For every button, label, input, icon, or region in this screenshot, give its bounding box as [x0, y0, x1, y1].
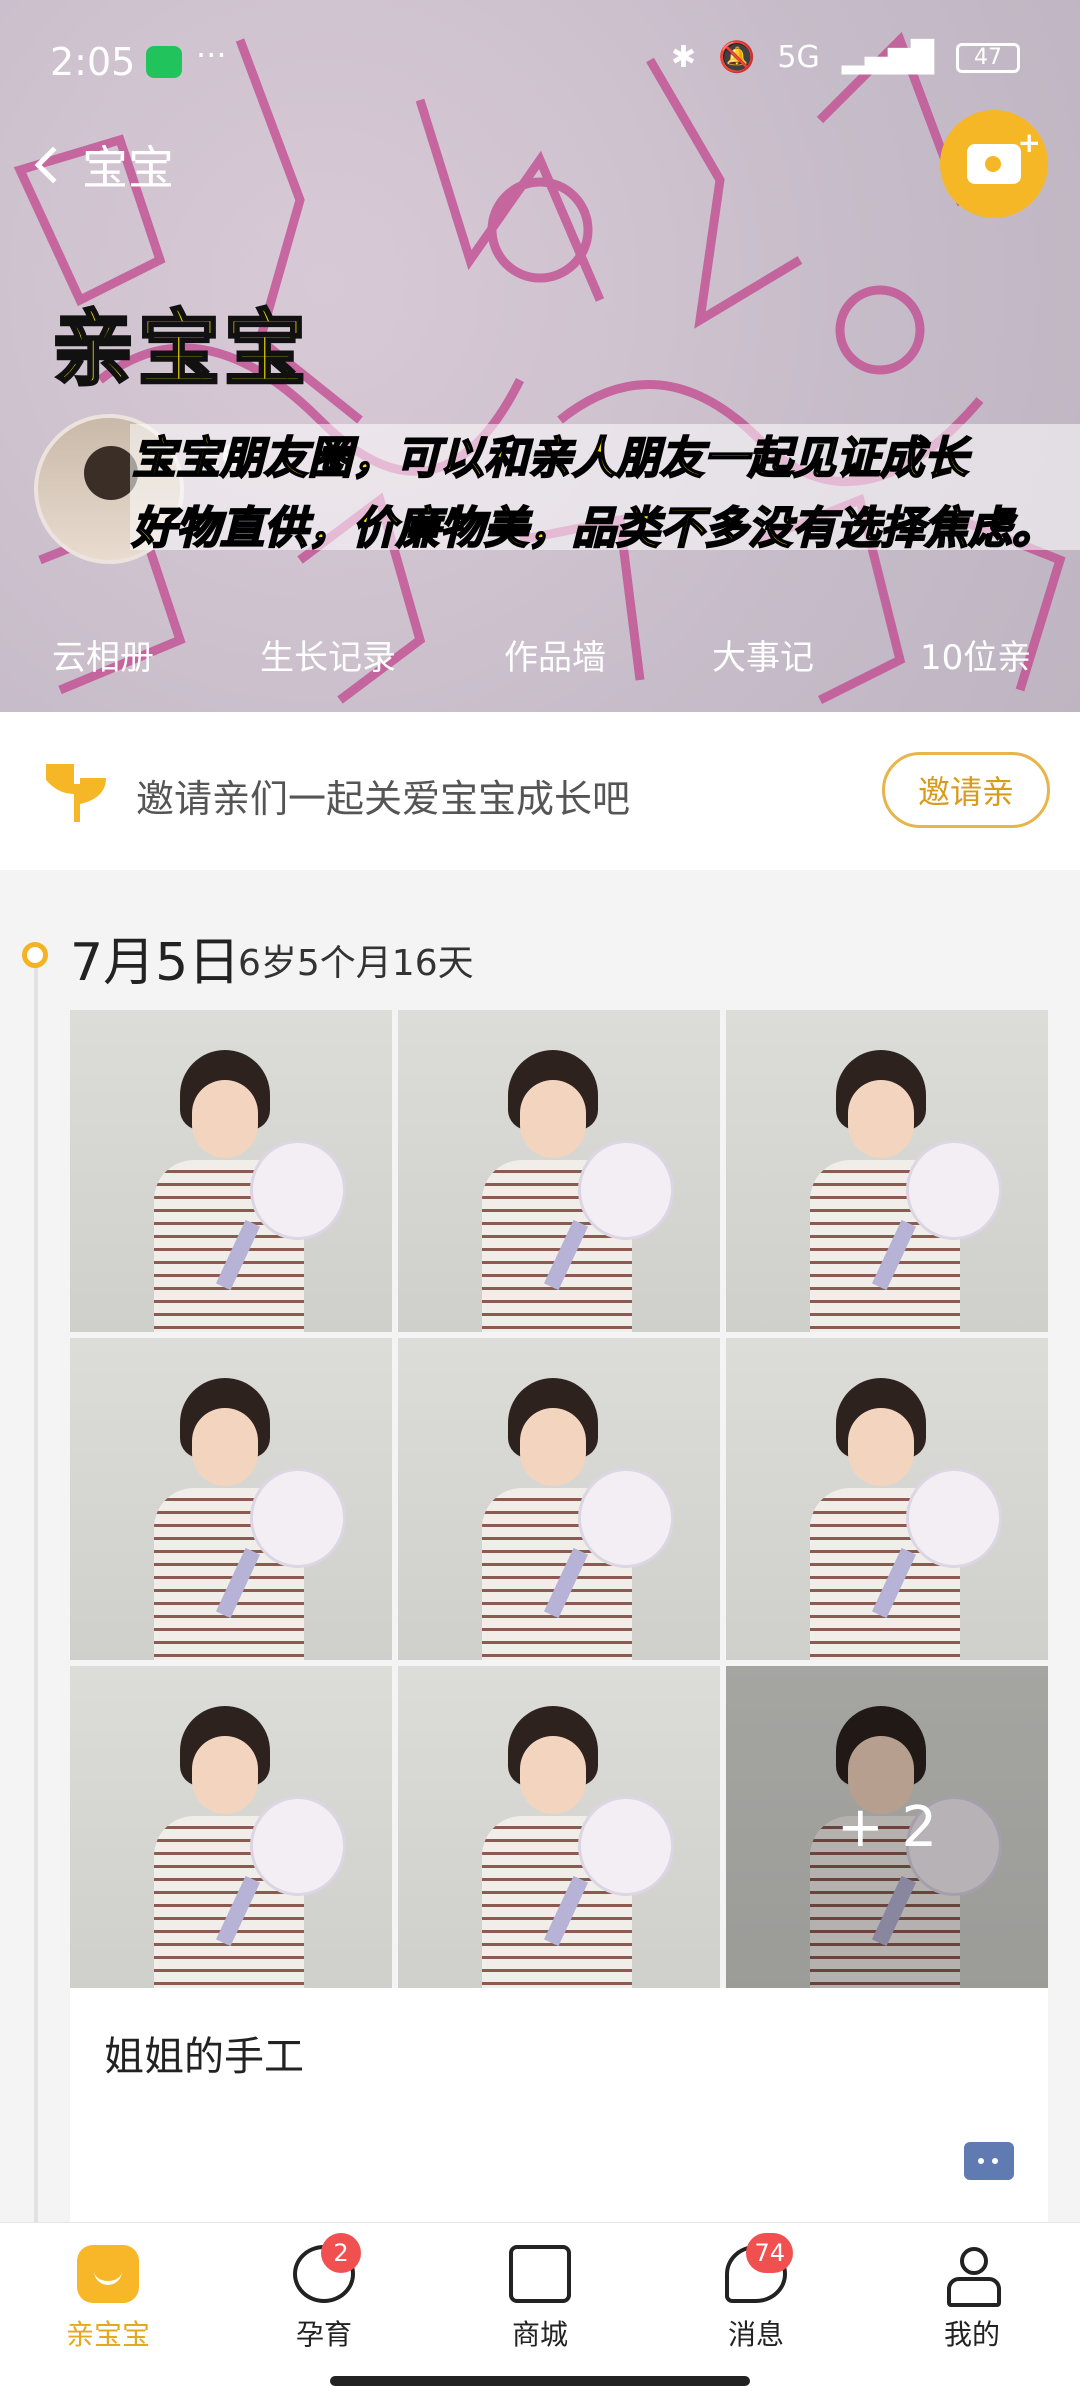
nav-label: 我的 — [943, 2318, 1000, 2351]
more-notifications-icon: ··· — [196, 36, 227, 74]
signal-label: 5G — [777, 40, 820, 75]
comment-icon[interactable] — [964, 2142, 1014, 2180]
photo-thumbnail[interactable] — [70, 1338, 392, 1660]
camera-upload-button[interactable]: + — [940, 110, 1048, 218]
chevron-left-icon — [34, 146, 72, 184]
more-photos-count: + 2 — [726, 1666, 1048, 1988]
nav-label: 商城 — [511, 2318, 568, 2351]
home-indicator[interactable] — [330, 2376, 750, 2386]
post-card: 姐姐的手工 — [70, 1988, 1048, 2228]
timeline-feed: 7月5日 6岁5个月16天 + 2 姐姐的手工 — [0, 870, 1080, 2260]
post-date: 7月5日 — [70, 933, 241, 993]
tab-cloud-album[interactable]: 云相册 — [52, 630, 154, 679]
post-caption: 姐姐的手工 — [104, 2034, 304, 2080]
tab-growth-record[interactable]: 生长记录 — [260, 630, 396, 679]
nav-mall[interactable]: 商城 — [460, 2245, 620, 2353]
photo-thumbnail-more[interactable]: + 2 — [726, 1666, 1048, 1988]
wechat-icon — [146, 46, 182, 78]
nav-badge: 2 — [321, 2233, 361, 2273]
overlay-line-1: 宝宝朋友圈，可以和亲人朋友一起见证成长 — [131, 432, 969, 485]
bluetooth-icon: ✱ — [670, 40, 696, 75]
person-icon — [941, 2245, 1003, 2307]
photo-thumbnail[interactable] — [398, 1666, 720, 1988]
signal-icon: ▂▄▆█ — [841, 40, 934, 75]
sprout-icon — [46, 764, 106, 822]
nav-label: 亲宝宝 — [65, 2318, 150, 2351]
photo-thumbnail[interactable] — [70, 1010, 392, 1332]
back-label: 宝宝 — [82, 141, 174, 195]
camera-icon: + — [967, 126, 1041, 184]
mute-icon: 🔕 — [718, 40, 756, 75]
invite-text: 邀请亲们一起关爱宝宝成长吧 — [136, 777, 631, 821]
chat-bubble-icon: 74 — [725, 2233, 793, 2303]
tab-works-wall[interactable]: 作品墙 — [504, 630, 606, 679]
photo-thumbnail[interactable] — [726, 1338, 1048, 1660]
status-bar: 2:05 ··· ✱ 🔕 5G ▂▄▆█ 47 — [0, 0, 1080, 120]
nav-home[interactable]: 亲宝宝 — [28, 2245, 188, 2353]
tab-relatives[interactable]: 10位亲 — [920, 630, 1031, 679]
nav-messages[interactable]: 74 消息 — [676, 2233, 836, 2353]
battery-icon: 47 — [956, 42, 1020, 73]
photo-thumbnail[interactable] — [726, 1010, 1048, 1332]
back-button[interactable]: 宝宝 — [34, 132, 174, 198]
heart-location-icon: 2 — [293, 2233, 361, 2303]
tab-milestones[interactable]: 大事记 — [712, 630, 814, 679]
overlay-line-2: 好物直供，价廉物美，品类不多没有选择焦虑。 — [131, 502, 1057, 555]
photo-thumbnail[interactable] — [70, 1666, 392, 1988]
status-time: 2:05 — [50, 40, 136, 84]
invite-bar: 邀请亲们一起关爱宝宝成长吧 邀请亲 — [0, 712, 1080, 870]
nav-parenting[interactable]: 2 孕育 — [244, 2233, 404, 2353]
post-age: 6岁5个月16天 — [238, 943, 474, 984]
nav-label: 消息 — [727, 2318, 784, 2351]
profile-header: 2:05 ··· ✱ 🔕 5G ▂▄▆█ 47 宝宝 + 亲宝宝 ee 宝宝朋友… — [0, 0, 1080, 712]
nav-label: 孕育 — [295, 2318, 352, 2351]
invite-button[interactable]: 邀请亲 — [882, 752, 1050, 828]
page-title: 亲宝宝 — [50, 301, 311, 399]
timeline-dot — [22, 942, 48, 968]
nav-me[interactable]: 我的 — [892, 2245, 1052, 2353]
home-smile-icon — [77, 2245, 139, 2303]
shopping-bag-icon — [509, 2245, 571, 2303]
photo-thumbnail[interactable] — [398, 1338, 720, 1660]
photo-grid: + 2 — [70, 1010, 1048, 1988]
timeline-line — [34, 960, 38, 2260]
nav-badge: 74 — [746, 2233, 793, 2273]
photo-thumbnail[interactable] — [398, 1010, 720, 1332]
